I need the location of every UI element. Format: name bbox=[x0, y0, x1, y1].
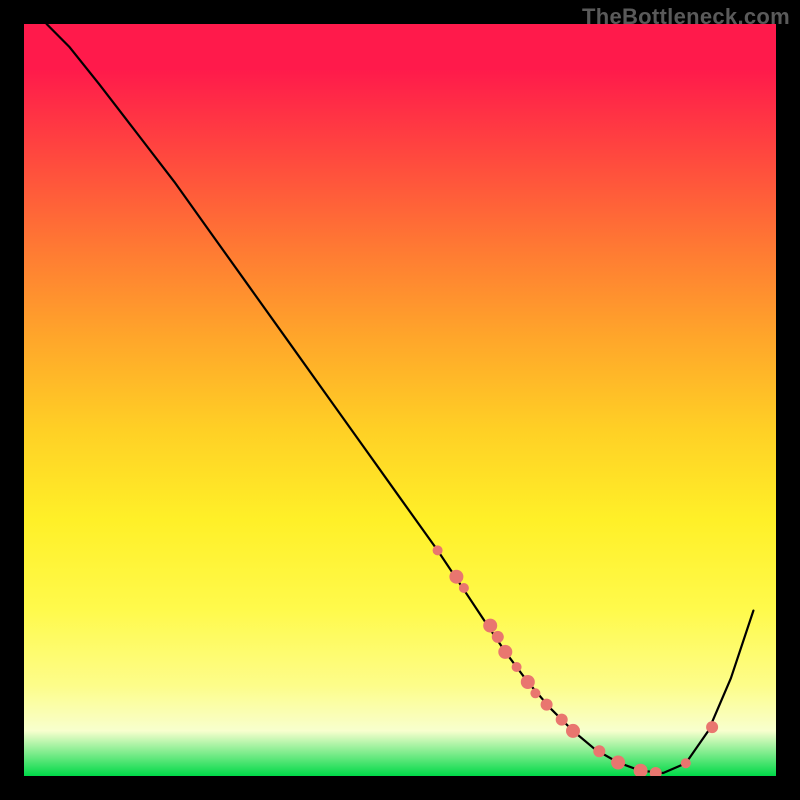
highlight-dot bbox=[611, 756, 625, 770]
highlight-dot bbox=[541, 699, 553, 711]
highlight-dot bbox=[650, 767, 662, 776]
highlight-dot bbox=[512, 662, 522, 672]
highlight-dot bbox=[681, 758, 691, 768]
highlight-dot bbox=[521, 675, 535, 689]
curve-line bbox=[47, 24, 754, 773]
highlight-dot bbox=[433, 545, 443, 555]
highlight-dot bbox=[593, 745, 605, 757]
highlight-dot bbox=[706, 721, 718, 733]
chart-plot-area bbox=[24, 24, 776, 776]
highlight-dot bbox=[459, 583, 469, 593]
highlight-dot bbox=[634, 764, 648, 776]
highlight-dot bbox=[449, 570, 463, 584]
chart-svg bbox=[24, 24, 776, 776]
highlight-dot bbox=[483, 619, 497, 633]
highlight-dot bbox=[556, 714, 568, 726]
highlight-dot bbox=[492, 631, 504, 643]
highlight-dot bbox=[498, 645, 512, 659]
highlight-dot bbox=[566, 724, 580, 738]
highlight-dot bbox=[530, 688, 540, 698]
